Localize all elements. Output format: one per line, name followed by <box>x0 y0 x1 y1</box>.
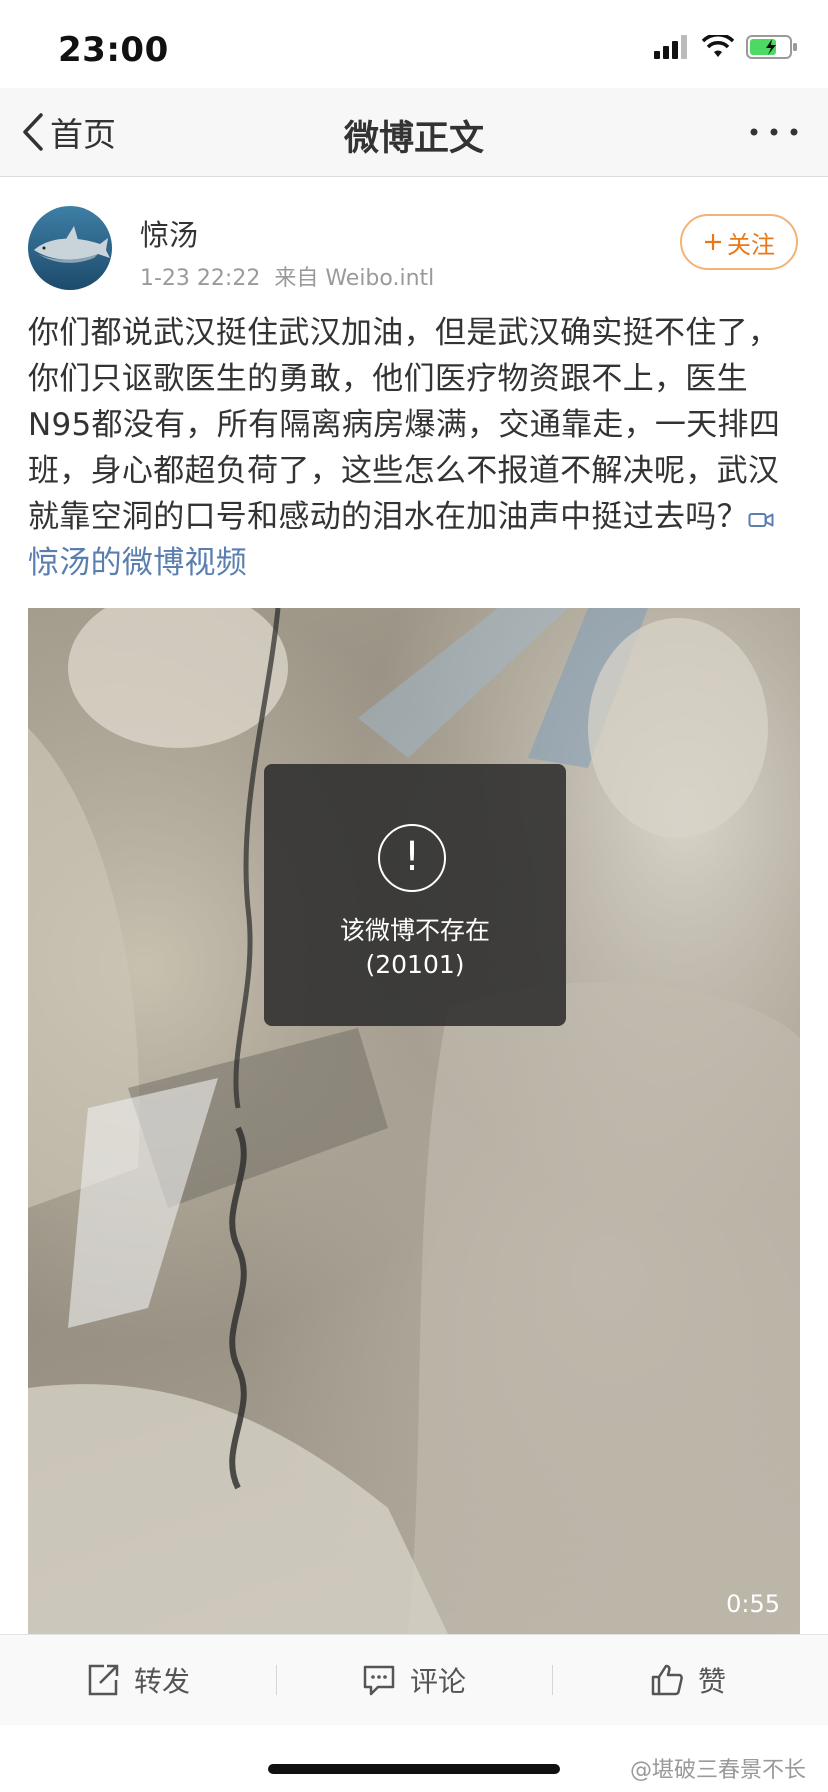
more-icon <box>750 128 798 136</box>
repost-icon <box>88 1664 119 1696</box>
nav-bar: 首页 微博正文 <box>0 88 828 177</box>
post-body: 你们都说武汉挺住武汉加油，但是武汉确实挺不住了，你们只讴歌医生的勇敢，他们医疗物… <box>28 310 800 586</box>
more-button[interactable] <box>744 114 804 150</box>
action-bar: 转发 评论 赞 <box>0 1634 828 1725</box>
status-time: 23:00 <box>58 30 169 70</box>
avatar[interactable] <box>28 206 112 290</box>
watermark: @堪破三春景不长 <box>629 1758 806 1783</box>
shark-avatar-image <box>28 206 112 290</box>
video-frame-image <box>28 608 800 1634</box>
exclamation-icon: ! <box>378 824 446 892</box>
error-message: 该微博不存在 <box>339 916 490 945</box>
page-title: 微博正文 <box>343 119 484 159</box>
video-camera-icon <box>748 513 774 527</box>
video-duration: 0:55 <box>726 1590 780 1618</box>
divider <box>552 1665 553 1695</box>
video-link-label: 惊汤的微博视频 <box>28 545 248 581</box>
comment-icon <box>363 1665 395 1696</box>
post-meta: 1-23 22:22 来自 Weibo.intl <box>140 260 434 292</box>
post-timestamp: 1-23 22:22 <box>140 266 261 291</box>
status-icons <box>654 34 798 60</box>
error-code: (20101) <box>365 950 465 979</box>
signal-icon <box>654 35 687 59</box>
post-source: 来自 Weibo.intl <box>274 266 435 291</box>
author-name[interactable]: 惊汤 <box>140 212 198 254</box>
like-label: 赞 <box>698 1665 727 1698</box>
plus-icon <box>705 234 721 250</box>
follow-button[interactable]: 关注 <box>680 214 798 270</box>
home-indicator <box>268 1764 560 1774</box>
follow-label: 关注 <box>727 230 775 259</box>
repost-button[interactable]: 转发 <box>86 1635 190 1725</box>
post-text: 你们都说武汉挺住武汉加油，但是武汉确实挺不住了，你们只讴歌医生的勇敢，他们医疗物… <box>28 315 781 535</box>
video-player[interactable]: 0:55 <box>28 608 800 1634</box>
like-button[interactable]: 赞 <box>650 1635 726 1725</box>
error-overlay: ! 该微博不存在 (20101) <box>264 764 566 1026</box>
comment-button[interactable]: 评论 <box>362 1635 466 1725</box>
comment-label: 评论 <box>410 1665 467 1698</box>
battery-icon <box>746 35 797 59</box>
thumbs-up-icon <box>651 1664 683 1696</box>
divider <box>276 1665 277 1695</box>
repost-label: 转发 <box>134 1665 191 1698</box>
error-text: 该微博不存在 (20101) <box>264 914 566 982</box>
wifi-icon <box>702 35 734 57</box>
